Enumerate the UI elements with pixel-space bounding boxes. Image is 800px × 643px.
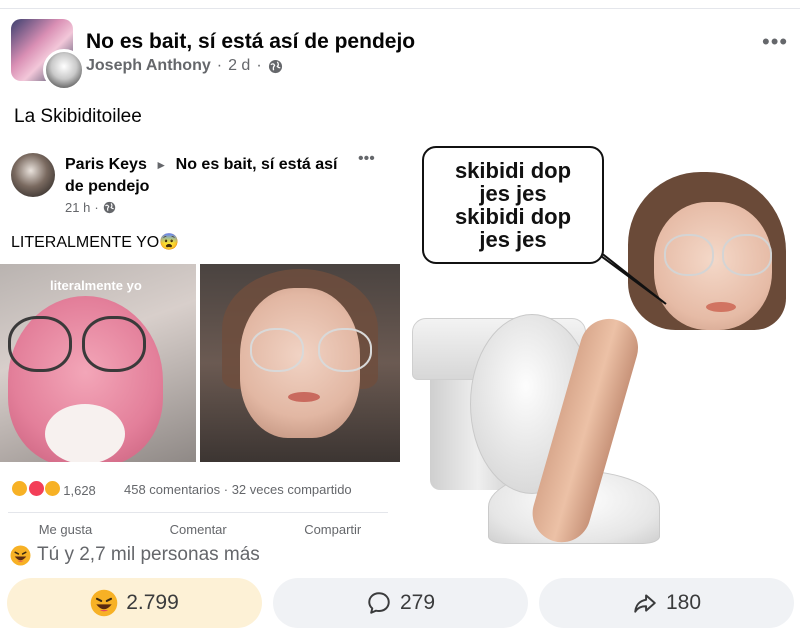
glasses-right-lens <box>722 234 772 276</box>
glasses-left-lens <box>664 234 714 276</box>
haha-emoji-icon <box>11 480 28 497</box>
reaction-summary-text[interactable]: Tú y 2,7 mil personas más <box>37 544 260 566</box>
bubble-line: skibidi dop <box>454 204 572 229</box>
meta-separator: · <box>216 57 223 74</box>
inner-comment-action: Comentar <box>169 522 227 537</box>
inner-like-action: Me gusta <box>38 522 93 537</box>
inner-divider <box>8 512 388 513</box>
inner-author-name: Paris Keys <box>65 156 147 173</box>
more-options-icon[interactable]: ••• <box>762 29 788 55</box>
inner-post-meta: 21 h · <box>65 200 116 215</box>
bubble-line: jes jes <box>479 227 547 252</box>
glasses-right-lens <box>82 316 146 372</box>
inner-comments: 458 comentarios <box>124 482 221 497</box>
top-divider <box>0 8 800 9</box>
inner-reaction-count: 1,628 <box>63 482 96 498</box>
inner-post-title: Paris Keys ► No es bait, sí está así de … <box>65 154 355 198</box>
inner-reactions: 1,628 <box>11 480 96 500</box>
post-text: La Skibiditoilee <box>14 106 142 127</box>
post-time[interactable]: 2 d <box>228 57 250 75</box>
arrow-right-icon: ► <box>155 158 168 172</box>
glasses-left-lens <box>8 316 72 372</box>
reaction-button[interactable]: 2.799 <box>7 578 262 628</box>
glasses-right-lens <box>318 328 372 372</box>
inner-actions: Me gusta Comentar Compartir <box>0 522 400 537</box>
inner-shares: 32 veces compartido <box>231 482 352 497</box>
inner-more-icon: ••• <box>358 150 375 167</box>
inner-author-avatar <box>11 153 55 197</box>
haha-emoji-icon <box>90 589 118 617</box>
glasses-left-lens <box>250 328 304 372</box>
bubble-line: skibidi dop <box>454 158 572 183</box>
inner-photo-plush: literalmente yo <box>0 264 196 462</box>
plush-belly <box>45 404 125 462</box>
inner-photo-girl <box>200 264 400 462</box>
group-avatar[interactable] <box>11 19 85 91</box>
meta-separator: · <box>256 57 262 74</box>
bubble-line: jes jes <box>479 181 547 206</box>
inner-post-text: LITERALMENTE YO😨 <box>11 234 180 251</box>
inner-globe-icon <box>103 201 115 214</box>
share-button[interactable]: 180 <box>539 578 794 628</box>
globe-icon <box>268 59 282 73</box>
speech-bubble: skibidi dop jes jes skibidi dop jes jes <box>422 146 604 264</box>
photo-caption: literalmente yo <box>50 278 142 293</box>
share-count: 180 <box>665 591 702 614</box>
author-name[interactable]: Joseph Anthony <box>86 57 211 75</box>
love-emoji-icon <box>27 480 45 497</box>
wow-emoji-icon <box>44 480 62 497</box>
lips <box>706 302 736 312</box>
inner-post-stats: 458 comentarios · 32 veces compartido <box>124 482 352 497</box>
reaction-summary[interactable]: Tú y 2,7 mil personas más <box>10 544 260 566</box>
inner-post-time: 21 h <box>65 200 91 215</box>
reaction-emojis <box>11 480 62 500</box>
lips <box>288 392 320 402</box>
reaction-count: 2.799 <box>126 591 179 614</box>
haha-emoji-icon <box>10 545 31 565</box>
inner-share-action: Compartir <box>304 522 362 537</box>
comment-button[interactable]: 279 <box>273 578 528 628</box>
share-icon <box>634 594 656 613</box>
comment-count: 279 <box>399 591 436 614</box>
meme-image-left[interactable]: Paris Keys ► No es bait, sí está así de … <box>0 140 400 540</box>
group-name[interactable]: No es bait, sí está así de pendejo <box>86 30 415 54</box>
inner-meta-separator: · <box>94 200 99 215</box>
comment-icon <box>368 592 390 614</box>
post-meta: Joseph Anthony · 2 d · <box>86 57 283 75</box>
author-avatar[interactable] <box>43 49 85 91</box>
